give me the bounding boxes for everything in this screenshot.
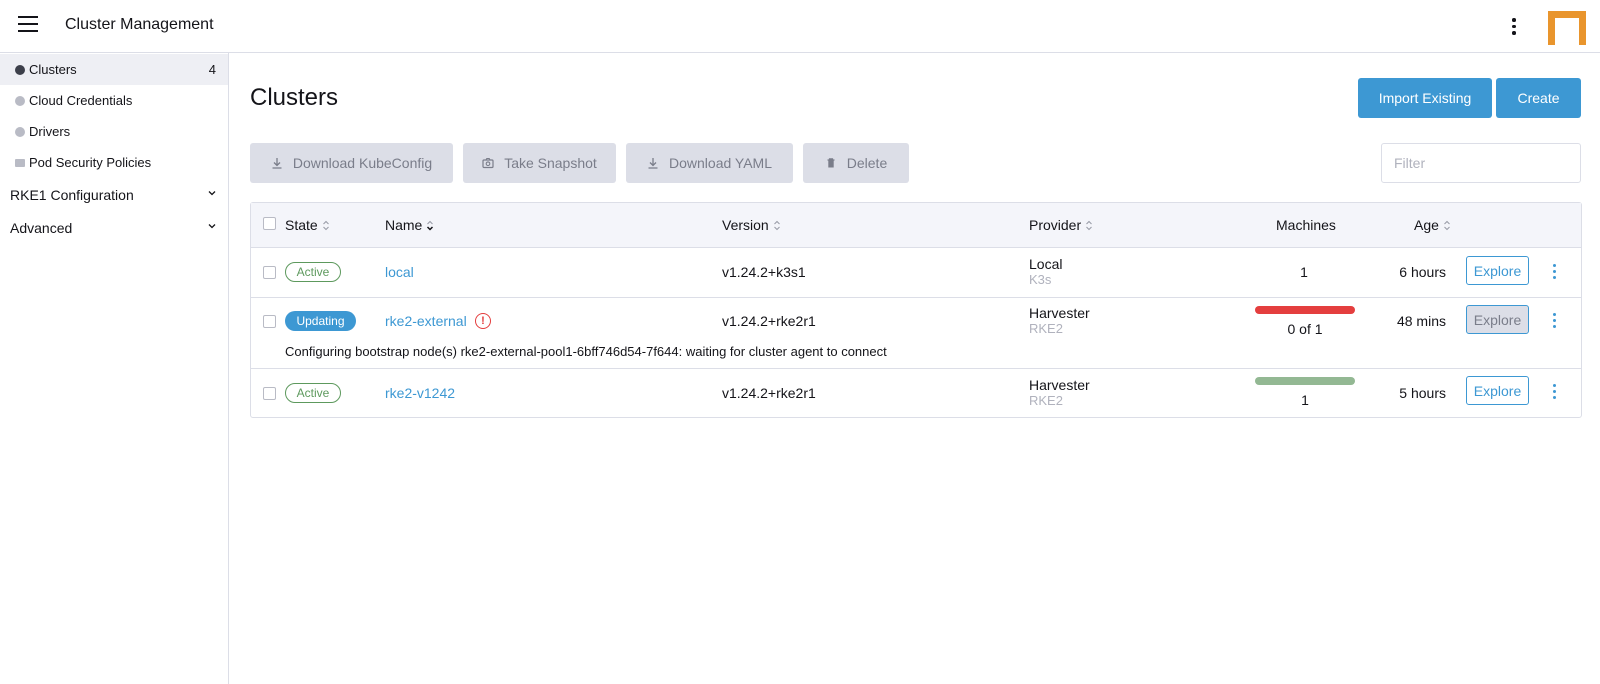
row-checkbox[interactable] (263, 315, 276, 328)
row-actions-icon[interactable] (1548, 261, 1560, 281)
create-button[interactable]: Create (1496, 78, 1581, 118)
top-header: Cluster Management (0, 0, 1600, 53)
column-header-state[interactable]: State (285, 217, 330, 233)
provider-cell: Harvester (1029, 377, 1090, 393)
sidebar-item-cloud-credentials[interactable]: Cloud Credentials (0, 85, 228, 116)
error-icon[interactable]: ! (475, 313, 491, 329)
chevron-down-icon (208, 191, 216, 196)
folder-icon (15, 159, 25, 167)
sidebar: Clusters 4 Cloud Credentials Drivers Pod… (0, 53, 229, 684)
sort-icon (322, 220, 329, 230)
provider-sub-cell: K3s (1029, 272, 1052, 287)
status-badge: Updating (285, 311, 356, 331)
explore-button[interactable]: Explore (1466, 256, 1529, 285)
download-yaml-label: Download YAML (669, 155, 772, 171)
filter-input[interactable] (1381, 143, 1581, 183)
column-header-age[interactable]: Age (1414, 217, 1451, 233)
download-yaml-button[interactable]: Download YAML (626, 143, 793, 183)
select-all-checkbox[interactable] (263, 217, 276, 230)
machines-progress-bar (1255, 377, 1355, 385)
version-cell: v1.24.2+rke2r1 (722, 385, 816, 401)
download-kubeconfig-button[interactable]: Download KubeConfig (250, 143, 453, 183)
sort-icon (1444, 220, 1450, 230)
row-checkbox[interactable] (263, 387, 276, 400)
download-icon (648, 158, 658, 169)
sort-icon (773, 220, 780, 230)
machines-cell: 1 (1300, 264, 1308, 280)
take-snapshot-label: Take Snapshot (504, 155, 597, 171)
row-actions-icon[interactable] (1548, 310, 1560, 330)
globe-icon (15, 64, 25, 75)
explore-button[interactable]: Explore (1466, 376, 1529, 405)
chevron-down-icon (208, 224, 216, 229)
column-label: Version (722, 217, 769, 233)
row-actions-icon[interactable] (1548, 381, 1560, 401)
column-label: State (285, 217, 318, 233)
sidebar-item-label: Cloud Credentials (29, 93, 133, 108)
download-icon (272, 158, 282, 169)
cluster-name-link[interactable]: rke2-external (385, 313, 467, 329)
delete-label: Delete (846, 155, 888, 171)
row-status-message: Configuring bootstrap node(s) rke2-exter… (285, 344, 887, 359)
machines-cell: 1 (1301, 392, 1309, 408)
sidebar-group-label: Advanced (10, 219, 73, 236)
column-label: Machines (1276, 217, 1336, 233)
column-header-name[interactable]: Name (385, 217, 434, 233)
sidebar-item-clusters[interactable]: Clusters 4 (0, 54, 228, 85)
age-cell: 5 hours (1399, 385, 1446, 401)
status-badge: Active (285, 262, 341, 282)
globe-icon (15, 126, 25, 137)
machines-cell: 0 of 1 (1287, 321, 1323, 337)
row-divider (251, 368, 1581, 369)
status-badge: Active (285, 383, 341, 403)
page-title: Clusters (250, 84, 339, 111)
version-cell: v1.24.2+k3s1 (722, 264, 806, 280)
hamburger-icon[interactable] (18, 16, 38, 34)
column-label: Provider (1029, 217, 1082, 233)
delete-button[interactable]: Delete (803, 143, 909, 183)
take-snapshot-button[interactable]: Take Snapshot (463, 143, 616, 183)
sidebar-group-label: RKE1 Configuration (10, 186, 134, 203)
import-existing-button[interactable]: Import Existing (1358, 78, 1492, 118)
app-title: Cluster Management (65, 16, 214, 33)
column-header-version[interactable]: Version (722, 217, 781, 233)
explore-button[interactable]: Explore (1466, 305, 1529, 334)
age-cell: 48 mins (1396, 313, 1446, 329)
globe-icon (15, 95, 25, 106)
sort-icon (1086, 220, 1093, 230)
provider-cell: Local (1029, 256, 1063, 272)
row-checkbox[interactable] (263, 266, 276, 279)
provider-cell: Harvester (1029, 305, 1090, 321)
version-cell: v1.24.2+rke2r1 (722, 313, 816, 329)
sidebar-item-label: Clusters (29, 62, 77, 77)
row-divider (251, 297, 1581, 298)
trash-icon (827, 158, 835, 168)
clusters-count: 4 (208, 62, 216, 77)
sort-desc-icon (427, 220, 434, 231)
sidebar-item-drivers[interactable]: Drivers (0, 116, 228, 147)
sidebar-item-label: Drivers (29, 124, 71, 139)
table-header: State Name Version Provider Machines Age (251, 203, 1581, 248)
column-label: Age (1414, 217, 1439, 233)
sidebar-group-rke1-configuration[interactable]: RKE1 Configuration (0, 179, 228, 210)
cluster-name-link[interactable]: rke2-v1242 (385, 385, 455, 401)
age-cell: 6 hours (1399, 264, 1446, 280)
more-options-icon[interactable] (1506, 15, 1522, 39)
sidebar-group-advanced[interactable]: Advanced (0, 212, 228, 243)
provider-sub-cell: RKE2 (1029, 321, 1063, 336)
cluster-name-link[interactable]: local (385, 264, 414, 280)
sidebar-item-pod-security-policies[interactable]: Pod Security Policies (0, 147, 228, 178)
column-header-machines: Machines (1276, 217, 1336, 233)
column-label: Name (385, 217, 423, 233)
clusters-table: State Name Version Provider Machines Age… (250, 202, 1582, 418)
download-kubeconfig-label: Download KubeConfig (292, 155, 433, 171)
machines-progress-bar (1255, 306, 1355, 314)
provider-sub-cell: RKE2 (1029, 393, 1063, 408)
rancher-logo[interactable] (1548, 11, 1586, 45)
column-header-provider[interactable]: Provider (1029, 217, 1093, 233)
sidebar-item-label: Pod Security Policies (29, 155, 152, 170)
camera-icon (482, 157, 494, 169)
